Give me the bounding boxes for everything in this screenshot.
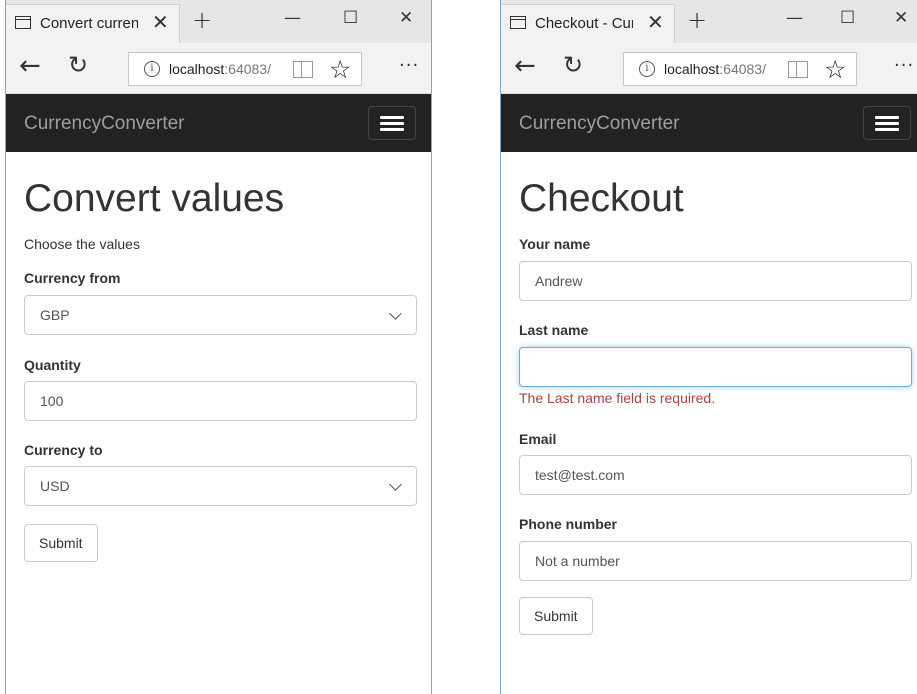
browser-tab[interactable]: Convert currency ✕ <box>6 4 180 43</box>
page-icon <box>510 16 526 29</box>
back-arrow-icon[interactable]: ← <box>514 51 536 81</box>
tab-bar: Checkout - Currency ✕ + — ☐ ✕ <box>501 0 917 43</box>
email-value: test@test.com <box>535 467 625 483</box>
page-content: Convert values Choose the values Currenc… <box>6 152 431 694</box>
page-title: Convert values <box>24 177 285 220</box>
close-tab-icon[interactable]: ✕ <box>152 10 169 34</box>
url-port: :64083/ <box>719 61 766 77</box>
currency-to-select[interactable]: USD <box>24 466 417 506</box>
maximize-icon[interactable]: ☐ <box>840 8 855 28</box>
refresh-icon[interactable]: ↻ <box>68 51 88 79</box>
close-window-icon[interactable]: ✕ <box>894 8 908 28</box>
chevron-down-icon <box>389 478 402 491</box>
refresh-icon[interactable]: ↻ <box>563 51 583 79</box>
url-field[interactable]: i localhost:64083/ ☆ <box>128 52 362 86</box>
more-icon[interactable]: ··· <box>894 55 914 76</box>
currency-to-label: Currency to <box>24 442 103 458</box>
intro-text: Choose the values <box>24 236 140 252</box>
close-window-icon[interactable]: ✕ <box>399 8 413 28</box>
page-icon <box>15 16 31 29</box>
submit-button[interactable]: Submit <box>519 597 593 635</box>
quantity-input[interactable]: 100 <box>24 381 417 421</box>
page-title: Checkout <box>519 177 684 220</box>
url-port: :64083/ <box>224 61 271 77</box>
browser-tab[interactable]: Checkout - Currency ✕ <box>501 4 675 43</box>
info-icon[interactable]: i <box>639 61 655 77</box>
close-tab-icon[interactable]: ✕ <box>647 10 664 34</box>
menu-toggle-button[interactable] <box>368 106 416 140</box>
chevron-down-icon <box>389 307 402 320</box>
last-name-error: The Last name field is required. <box>519 390 716 406</box>
last-name-label: Last name <box>519 322 589 338</box>
last-name-input[interactable] <box>519 347 912 387</box>
page-content: Checkout Your name Andrew Last name The … <box>501 152 917 694</box>
phone-number-label: Phone number <box>519 516 618 532</box>
browser-window-checkout: Checkout - Currency ✕ + — ☐ ✕ ← ↻ i loca… <box>500 0 917 694</box>
phone-number-value: Not a number <box>535 553 620 569</box>
your-name-label: Your name <box>519 236 591 252</box>
reading-view-icon[interactable] <box>293 61 313 78</box>
quantity-value: 100 <box>40 393 64 409</box>
your-name-value: Andrew <box>535 273 583 289</box>
your-name-input[interactable]: Andrew <box>519 261 912 301</box>
url-text: localhost:64083/ <box>664 61 766 77</box>
currency-from-value: GBP <box>40 307 70 323</box>
email-label: Email <box>519 431 557 447</box>
phone-number-input[interactable]: Not a number <box>519 541 912 581</box>
tab-title: Checkout - Currency <box>535 15 633 32</box>
quantity-label: Quantity <box>24 357 81 373</box>
currency-from-label: Currency from <box>24 270 121 286</box>
back-arrow-icon[interactable]: ← <box>19 51 41 81</box>
url-host: localhost <box>169 61 225 77</box>
hamburger-bar <box>875 128 899 131</box>
address-bar: ← ↻ i localhost:64083/ ☆ ··· <box>6 43 431 94</box>
info-icon[interactable]: i <box>144 61 160 77</box>
site-navbar: CurrencyConverter <box>6 94 431 152</box>
hamburger-bar <box>380 116 404 119</box>
currency-from-select[interactable]: GBP <box>24 295 417 335</box>
hamburger-bar <box>875 116 899 119</box>
submit-button[interactable]: Submit <box>24 524 98 562</box>
tab-title: Convert currency <box>40 15 138 32</box>
brand-link[interactable]: CurrencyConverter <box>519 113 680 135</box>
currency-to-value: USD <box>40 478 70 494</box>
address-bar: ← ↻ i localhost:64083/ ☆ ··· <box>501 43 917 94</box>
minimize-icon[interactable]: — <box>786 8 803 28</box>
favorite-star-icon[interactable]: ☆ <box>329 55 351 84</box>
favorite-star-icon[interactable]: ☆ <box>824 55 846 84</box>
new-tab-icon[interactable]: + <box>192 6 212 34</box>
menu-toggle-button[interactable] <box>863 106 911 140</box>
maximize-icon[interactable]: ☐ <box>343 8 358 28</box>
tab-bar: Convert currency ✕ + — ☐ ✕ <box>6 0 431 43</box>
more-icon[interactable]: ··· <box>399 55 419 76</box>
url-field[interactable]: i localhost:64083/ ☆ <box>623 52 857 86</box>
hamburger-bar <box>380 128 404 131</box>
brand-link[interactable]: CurrencyConverter <box>24 113 185 135</box>
minimize-icon[interactable]: — <box>284 8 301 28</box>
email-input[interactable]: test@test.com <box>519 455 912 495</box>
url-text: localhost:64083/ <box>169 61 271 77</box>
hamburger-bar <box>380 122 404 125</box>
site-navbar: CurrencyConverter <box>501 94 917 152</box>
reading-view-icon[interactable] <box>788 61 808 78</box>
browser-window-convert: Convert currency ✕ + — ☐ ✕ ← ↻ i localho… <box>5 0 432 694</box>
new-tab-icon[interactable]: + <box>687 6 707 34</box>
hamburger-bar <box>875 122 899 125</box>
url-host: localhost <box>664 61 720 77</box>
